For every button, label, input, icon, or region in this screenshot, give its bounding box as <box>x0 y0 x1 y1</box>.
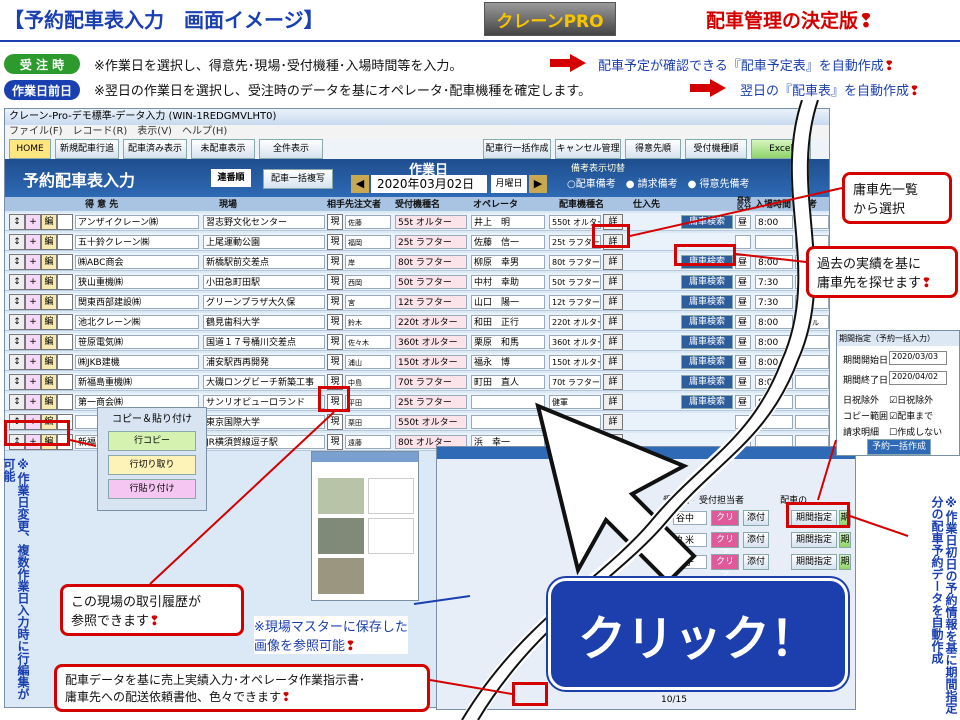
click-badge: クリック！ <box>548 578 848 690</box>
